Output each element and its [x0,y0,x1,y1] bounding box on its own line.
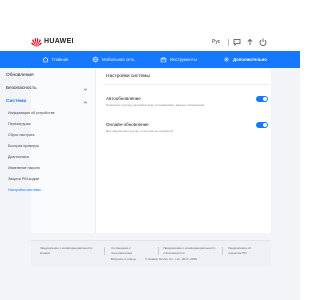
sidebar [31,69,96,233]
toggle-knob [263,123,267,127]
tab-advanced[interactable]: Дополнительно [223,51,267,68]
faq-link[interactable]: Вопросы и ответы [111,257,136,261]
header-divider [228,39,229,46]
main-nav-bar: Главная Мобильная сеть Инструменты Допол… [0,51,300,68]
toolbox-icon [160,57,167,63]
huawei-logo-icon [31,38,42,47]
copyright: © Huawei Device Co., Ltd., 2017–2020 [145,257,197,261]
user-agreement-link-line2[interactable]: пользователем [111,251,132,255]
user-agreement-link[interactable]: Соглашение с [111,246,131,250]
sidebar-subitem-change-password[interactable]: Изменение пароля [8,166,40,170]
online-update-label: Онлайн-обновление [106,122,149,127]
footer-divider [158,247,159,255]
privacy-link-huawei[interactable]: Уведомление о конфиденциальности [40,246,92,250]
sidebar-subitem-quick-check[interactable]: Быстрая проверка [8,144,39,148]
sidebar-subitem-reboot[interactable]: Перезагрузка [8,122,31,126]
auto-update-description: Позволяет роутеру автоматически устанавл… [106,103,205,107]
upload-icon[interactable] [245,37,255,47]
sidebar-subitem-reset[interactable]: Сброс настроек [8,133,34,137]
router-web-ui: HUAWEI Рус Главная Мобильная сеть Инстру… [0,0,300,300]
tab-label: Инструменты [170,57,197,62]
home-icon [42,56,49,63]
top-header: HUAWEI Рус [0,35,300,50]
globe-icon [92,56,99,63]
title-divider [103,84,269,85]
tab-home[interactable]: Главная [42,51,68,68]
open-source-link[interactable]: Уведомление об [228,246,251,250]
tab-tools[interactable]: Инструменты [160,51,197,68]
chat-icon[interactable] [232,37,242,47]
chevron-up-icon[interactable] [83,100,88,105]
page-title: Настройки системы [106,74,150,79]
language-selector[interactable]: Рус [212,39,220,45]
online-update-toggle[interactable] [256,122,268,128]
auto-update-label: Автообновление [106,96,141,101]
tab-label: Мобильная сеть [102,57,135,62]
privacy-security-link[interactable]: Уведомление о конфиденциальности [163,246,215,250]
logout-icon[interactable] [258,37,268,47]
tab-label: Главная [52,57,69,62]
sidebar-item-security[interactable]: Безопасность [6,86,37,91]
tab-mobile-network[interactable]: Мобильная сеть [92,51,135,68]
toggle-knob [263,97,267,101]
chevron-down-icon[interactable] [83,87,88,92]
sidebar-subitem-system-settings[interactable]: Настройки системы [8,188,41,192]
sidebar-item-system[interactable]: Система [6,99,26,104]
tab-label: Дополнительно [233,57,267,62]
footer-divider [104,247,105,255]
auto-update-toggle[interactable] [256,96,268,102]
privacy-security-link-line2[interactable]: и безопасности [163,251,184,255]
footer-divider [222,247,223,255]
brand-name: HUAWEI [44,38,74,45]
gear-icon [224,57,229,62]
online-update-description: Для обновления роутер и система не требу… [106,129,174,133]
privacy-link-huawei-line2[interactable]: Huawei [40,251,50,255]
open-source-link-line2[interactable]: открытом ПО [228,251,247,255]
sidebar-subitem-diagnostics[interactable]: Диагностика [8,155,29,159]
sidebar-subitem-device-info[interactable]: Информация об устройстве [8,111,55,115]
sidebar-subitem-pin-protection[interactable]: Защита PIN-кодом [8,177,39,181]
sidebar-item-updates[interactable]: Обновления [6,73,34,78]
